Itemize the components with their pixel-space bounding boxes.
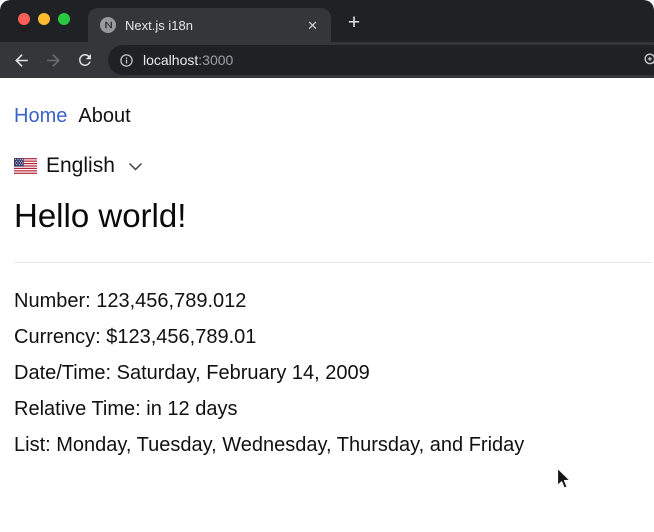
window-zoom-button[interactable] [58, 13, 70, 25]
site-navigation: Home About [14, 104, 640, 128]
new-tab-button[interactable]: + [340, 9, 368, 37]
currency-line: Currency: $123,456,789.01 [14, 326, 257, 348]
url-port: :3000 [198, 52, 234, 68]
reload-button[interactable] [72, 47, 98, 73]
nav-link-about[interactable]: About [78, 104, 130, 128]
datetime-line: Date/Time: Saturday, February 14, 2009 [14, 362, 370, 384]
divider [14, 262, 652, 263]
page-content: Home About English Hello world! Number: … [0, 78, 654, 463]
tab-bar: Next.js i18n ✕ + [0, 0, 654, 42]
forward-arrow-icon [46, 53, 60, 67]
browser-window: Next.js i18n ✕ + localhost:3000 Home Ab… [0, 0, 654, 532]
relative-time-line: Relative Time: in 12 days [14, 398, 238, 420]
zoom-in-icon [644, 53, 654, 65]
browser-toolbar: localhost:3000 [0, 42, 654, 78]
nextjs-favicon-icon [100, 17, 116, 33]
us-flag-icon [14, 158, 37, 174]
list-line: List: Monday, Tuesday, Wednesday, Thursd… [14, 434, 525, 456]
mouse-cursor-icon [556, 467, 573, 496]
back-button[interactable] [8, 47, 34, 73]
browser-tab[interactable]: Next.js i18n ✕ [88, 8, 331, 42]
page-title: Hello world! [14, 197, 187, 234]
tab-close-icon[interactable]: ✕ [302, 16, 323, 35]
reload-icon [78, 53, 91, 66]
back-arrow-icon [14, 53, 28, 67]
chevron-down-icon [127, 161, 144, 172]
address-bar[interactable]: localhost:3000 [108, 45, 654, 75]
window-minimize-button[interactable] [38, 13, 50, 25]
language-switcher[interactable]: English [14, 152, 640, 180]
site-info-icon[interactable] [119, 53, 134, 68]
zoom-in-button[interactable] [642, 51, 654, 69]
language-label: English [46, 154, 115, 177]
forward-button[interactable] [40, 47, 66, 73]
formatted-values: Number: 123,456,789.012 Currency: $123,4… [14, 283, 640, 463]
number-line: Number: 123,456,789.012 [14, 290, 247, 312]
nav-link-home[interactable]: Home [14, 104, 67, 128]
window-controls [18, 13, 70, 25]
tab-title: Next.js i18n [125, 17, 193, 33]
url-host: localhost [143, 52, 199, 68]
window-close-button[interactable] [18, 13, 30, 25]
